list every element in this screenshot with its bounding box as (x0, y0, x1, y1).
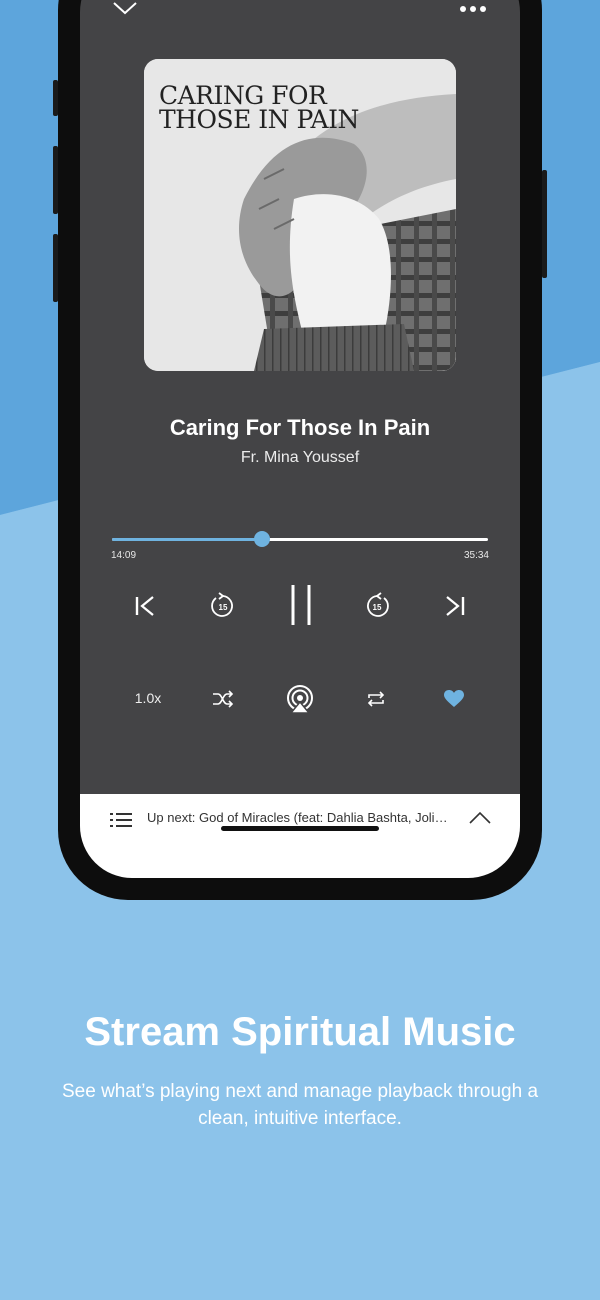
artwork-title: CARING FOR THOSE IN PAIN (159, 81, 359, 134)
forward-15-icon[interactable]: 15 (362, 592, 392, 620)
total-duration: 35:34 (463, 550, 489, 561)
svg-text:15: 15 (373, 603, 382, 612)
repeat-icon[interactable] (363, 688, 389, 710)
heart-icon[interactable] (441, 688, 467, 710)
more-icon[interactable] (458, 0, 488, 19)
track-artist[interactable]: Fr. Mina Youssef (80, 449, 520, 467)
promo-description: See what’s playing next and manage playb… (61, 1081, 539, 1129)
phone-power-button (542, 170, 547, 278)
home-indicator[interactable] (221, 826, 379, 831)
shuffle-icon[interactable] (210, 688, 236, 710)
skip-previous-icon[interactable] (130, 594, 160, 618)
chevron-down-icon[interactable] (112, 0, 138, 21)
airplay-icon[interactable] (285, 684, 315, 714)
promo-headline: Stream Spiritual Music (84, 1010, 516, 1054)
phone-volume-up (53, 146, 58, 214)
pause-icon[interactable] (286, 582, 316, 628)
up-next-bar[interactable]: Up next: God of Miracles (feat: Dahlia B… (80, 794, 520, 878)
elapsed-time: 14:09 (111, 550, 137, 561)
playback-speed-button[interactable]: 1.0x (128, 690, 168, 706)
album-artwork: CARING FOR THOSE IN PAIN (144, 59, 456, 371)
up-next-label: Up next: God of Miracles (feat: Dahlia B… (147, 810, 448, 825)
chevron-up-icon[interactable] (469, 811, 491, 830)
phone-side-button (53, 80, 58, 116)
phone-volume-down (53, 234, 58, 302)
progress-handle[interactable] (254, 531, 271, 547)
track-title: Caring For Those In Pain (169, 415, 431, 440)
rewind-15-icon[interactable]: 15 (208, 592, 238, 620)
svg-text:15: 15 (219, 603, 228, 612)
player-screen: CARING FOR THOSE IN PAIN Caring For Thos… (80, 0, 520, 878)
skip-next-icon[interactable] (440, 594, 470, 618)
queue-list-icon[interactable] (110, 812, 132, 833)
progress-fill (112, 538, 263, 541)
progress-slider[interactable] (112, 531, 488, 547)
